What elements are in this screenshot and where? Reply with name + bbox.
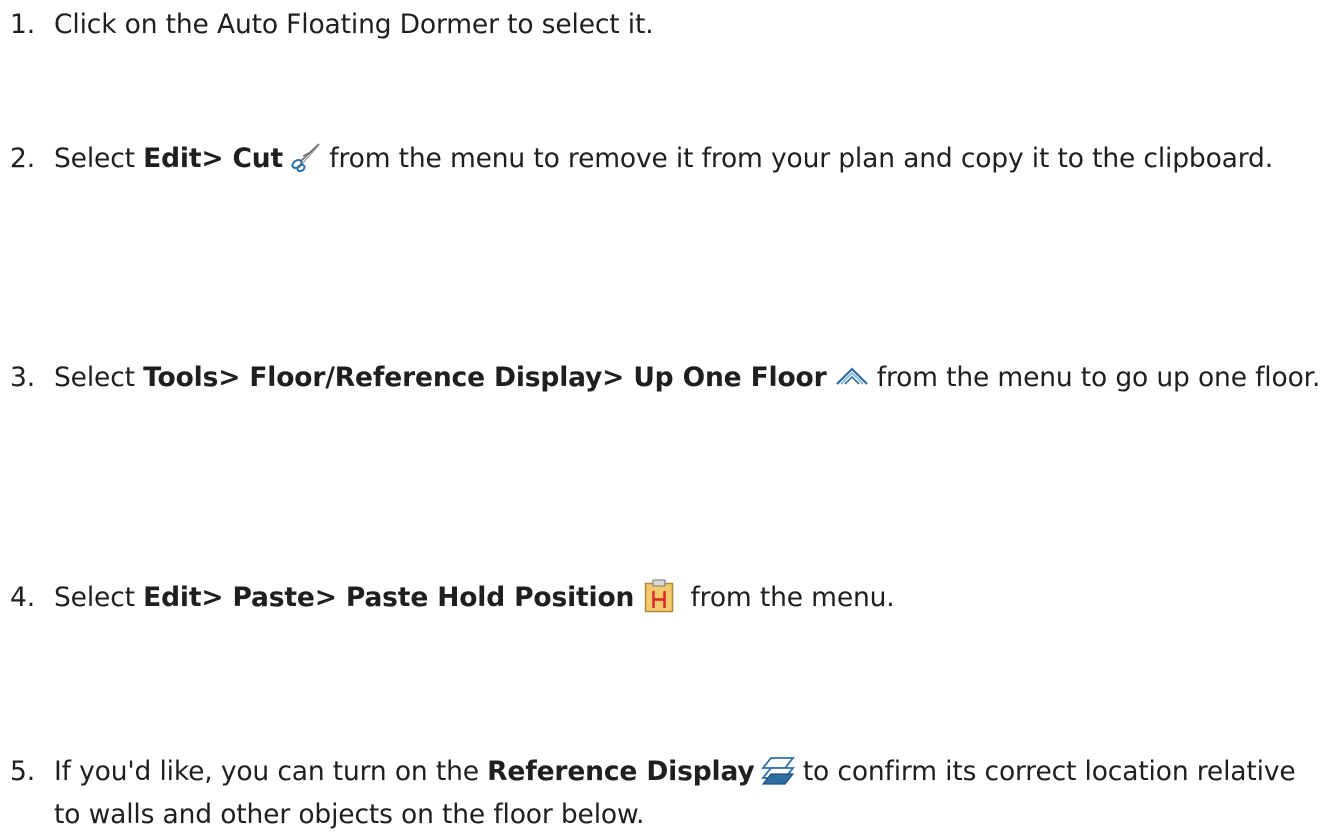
step-text: Select Tools> Floor/Reference Display> U… <box>54 356 1330 399</box>
step-number: 3. <box>10 362 35 393</box>
step-text-before: Select <box>54 143 144 174</box>
step-4: 4. Select Edit> Paste> Paste Hold Positi… <box>10 576 1330 619</box>
step-text-after: from the menu to remove it from your pla… <box>321 143 1273 174</box>
step-text: Click on the Auto Floating Dormer to sel… <box>54 3 1330 46</box>
step-text-before: Select <box>54 362 144 393</box>
step-text-before: Select <box>54 582 144 613</box>
step-5: 5. If you'd like, you can turn on the Re… <box>10 750 1330 836</box>
step-number: 1. <box>10 9 35 40</box>
step-number: 4. <box>10 582 35 613</box>
reference-display-icon <box>760 755 795 785</box>
paste-hold-position-icon <box>644 579 674 613</box>
step-text: Select Edit> Cut from the menu to remove… <box>54 137 1330 180</box>
step-1: 1. Click on the Auto Floating Dormer to … <box>10 3 1330 46</box>
step-text-plain: Click on the Auto Floating Dormer to sel… <box>54 9 654 40</box>
step-number: 5. <box>10 756 35 787</box>
step-number: 2. <box>10 143 35 174</box>
step-2: 2. Select Edit> Cut from the menu to rem… <box>10 137 1330 180</box>
menu-path: Edit> Cut <box>143 143 284 174</box>
menu-path: Tools> Floor/Reference Display> Up One F… <box>143 362 827 393</box>
step-text-after: from the menu. <box>682 582 895 613</box>
step-3: 3. Select Tools> Floor/Reference Display… <box>10 356 1330 399</box>
scissors-icon <box>289 142 321 172</box>
step-text: If you'd like, you can turn on the Refer… <box>54 750 1330 836</box>
menu-path: Edit> Paste> Paste Hold Position <box>143 582 635 613</box>
step-text-before: If you'd like, you can turn on the <box>54 756 488 787</box>
step-text-after: from the menu to go up one floor. <box>868 362 1321 393</box>
up-one-floor-icon <box>835 364 869 388</box>
menu-path: Reference Display <box>487 756 755 787</box>
step-text: Select Edit> Paste> Paste Hold Position … <box>54 576 1330 619</box>
